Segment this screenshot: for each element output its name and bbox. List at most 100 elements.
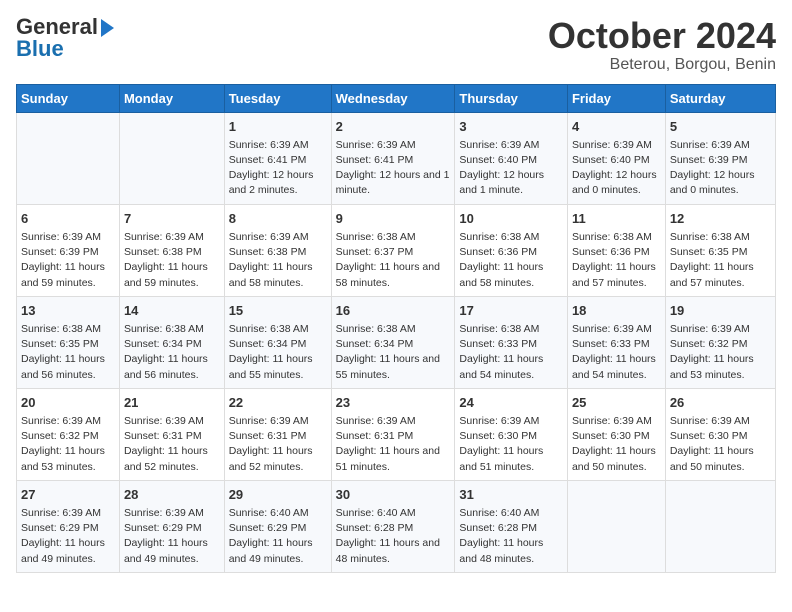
header-monday: Monday: [119, 84, 224, 112]
week-row-3: 13Sunrise: 6:38 AM Sunset: 6:35 PM Dayli…: [17, 296, 776, 388]
calendar-cell: 23 Sunrise: 6:39 AM Sunset: 6:31 PM Dayli…: [331, 388, 455, 480]
week-row-5: 27 Sunrise: 6:39 AM Sunset: 6:29 PM Dayli…: [17, 480, 776, 572]
day-info: Sunrise: 6:39 AM Sunset: 6:39 PM Dayligh…: [21, 230, 115, 291]
day-info: Sunrise: 6:38 AM Sunset: 6:36 PM Dayligh…: [572, 230, 661, 291]
header-row: Sunday Monday Tuesday Wednesday Thursday…: [17, 84, 776, 112]
logo-general-text: General: [16, 16, 98, 38]
day-info: Sunrise: 6:39 AM Sunset: 6:30 PM Dayligh…: [670, 414, 771, 475]
calendar-cell: 24 Sunrise: 6:39 AM Sunset: 6:30 PM Dayli…: [455, 388, 568, 480]
day-number: 11: [572, 210, 661, 228]
day-info: Sunrise: 6:39 AM Sunset: 6:29 PM Dayligh…: [124, 506, 220, 567]
day-number: 12: [670, 210, 771, 228]
calendar-cell: 5 Sunrise: 6:39 AM Sunset: 6:39 PM Daylig…: [665, 112, 775, 204]
day-number: 30: [336, 486, 451, 504]
calendar-cell: 26Sunrise: 6:39 AM Sunset: 6:30 PM Dayli…: [665, 388, 775, 480]
day-number: 31: [459, 486, 563, 504]
calendar-cell: 12 Sunrise: 6:38 AM Sunset: 6:35 PM Dayli…: [665, 204, 775, 296]
calendar-cell: [119, 112, 224, 204]
calendar-cell: 25 Sunrise: 6:39 AM Sunset: 6:30 PM Dayli…: [567, 388, 665, 480]
day-number: 15: [229, 302, 327, 320]
header-sunday: Sunday: [17, 84, 120, 112]
day-info: Sunrise: 6:40 AM Sunset: 6:29 PM Dayligh…: [229, 506, 327, 567]
day-number: 6: [21, 210, 115, 228]
day-info: Sunrise: 6:38 AM Sunset: 6:34 PM Dayligh…: [124, 322, 220, 383]
calendar-title: October 2024: [548, 16, 776, 56]
calendar-cell: [567, 480, 665, 572]
calendar-cell: 17Sunrise: 6:38 AM Sunset: 6:33 PM Dayli…: [455, 296, 568, 388]
calendar-cell: 6 Sunrise: 6:39 AM Sunset: 6:39 PM Daylig…: [17, 204, 120, 296]
day-info: Sunrise: 6:38 AM Sunset: 6:35 PM Dayligh…: [21, 322, 115, 383]
day-number: 10: [459, 210, 563, 228]
calendar-table: Sunday Monday Tuesday Wednesday Thursday…: [16, 84, 776, 573]
day-number: 21: [124, 394, 220, 412]
calendar-cell: 2Sunrise: 6:39 AM Sunset: 6:41 PM Daylig…: [331, 112, 455, 204]
header-friday: Friday: [567, 84, 665, 112]
day-info: Sunrise: 6:38 AM Sunset: 6:35 PM Dayligh…: [670, 230, 771, 291]
day-info: Sunrise: 6:39 AM Sunset: 6:30 PM Dayligh…: [459, 414, 563, 475]
day-number: 24: [459, 394, 563, 412]
day-info: Sunrise: 6:39 AM Sunset: 6:38 PM Dayligh…: [124, 230, 220, 291]
day-info: Sunrise: 6:39 AM Sunset: 6:31 PM Dayligh…: [336, 414, 451, 475]
day-number: 29: [229, 486, 327, 504]
calendar-cell: 19Sunrise: 6:39 AM Sunset: 6:32 PM Dayli…: [665, 296, 775, 388]
calendar-cell: 18Sunrise: 6:39 AM Sunset: 6:33 PM Dayli…: [567, 296, 665, 388]
day-number: 3: [459, 118, 563, 136]
day-info: Sunrise: 6:39 AM Sunset: 6:41 PM Dayligh…: [229, 138, 327, 199]
day-number: 2: [336, 118, 451, 136]
calendar-cell: 27Sunrise: 6:39 AM Sunset: 6:29 PM Dayli…: [17, 480, 120, 572]
day-number: 22: [229, 394, 327, 412]
day-number: 17: [459, 302, 563, 320]
day-number: 8: [229, 210, 327, 228]
calendar-cell: 4 Sunrise: 6:39 AM Sunset: 6:40 PM Daylig…: [567, 112, 665, 204]
day-info: Sunrise: 6:38 AM Sunset: 6:36 PM Dayligh…: [459, 230, 563, 291]
header-tuesday: Tuesday: [224, 84, 331, 112]
calendar-cell: [665, 480, 775, 572]
week-row-1: 1Sunrise: 6:39 AM Sunset: 6:41 PM Daylig…: [17, 112, 776, 204]
day-number: 28: [124, 486, 220, 504]
logo: General Blue: [16, 16, 114, 61]
calendar-cell: 15 Sunrise: 6:38 AM Sunset: 6:34 PM Dayli…: [224, 296, 331, 388]
header-saturday: Saturday: [665, 84, 775, 112]
day-info: Sunrise: 6:39 AM Sunset: 6:31 PM Dayligh…: [229, 414, 327, 475]
day-number: 23: [336, 394, 451, 412]
header-thursday: Thursday: [455, 84, 568, 112]
week-row-4: 20 Sunrise: 6:39 AM Sunset: 6:32 PM Dayli…: [17, 388, 776, 480]
calendar-cell: 29 Sunrise: 6:40 AM Sunset: 6:29 PM Dayli…: [224, 480, 331, 572]
page-header: General Blue October 2024 Beterou, Borgo…: [16, 16, 776, 74]
day-number: 25: [572, 394, 661, 412]
day-number: 5: [670, 118, 771, 136]
day-number: 4: [572, 118, 661, 136]
calendar-cell: 14Sunrise: 6:38 AM Sunset: 6:34 PM Dayli…: [119, 296, 224, 388]
day-number: 7: [124, 210, 220, 228]
calendar-header: Sunday Monday Tuesday Wednesday Thursday…: [17, 84, 776, 112]
day-info: Sunrise: 6:39 AM Sunset: 6:30 PM Dayligh…: [572, 414, 661, 475]
logo-blue-text: Blue: [16, 36, 64, 61]
calendar-cell: 8Sunrise: 6:39 AM Sunset: 6:38 PM Daylig…: [224, 204, 331, 296]
calendar-cell: 10 Sunrise: 6:38 AM Sunset: 6:36 PM Dayli…: [455, 204, 568, 296]
day-number: 16: [336, 302, 451, 320]
calendar-cell: 22 Sunrise: 6:39 AM Sunset: 6:31 PM Dayli…: [224, 388, 331, 480]
calendar-cell: 21 Sunrise: 6:39 AM Sunset: 6:31 PM Dayli…: [119, 388, 224, 480]
logo-arrow-icon: [101, 19, 114, 37]
day-info: Sunrise: 6:39 AM Sunset: 6:40 PM Dayligh…: [459, 138, 563, 199]
day-number: 20: [21, 394, 115, 412]
calendar-cell: 7 Sunrise: 6:39 AM Sunset: 6:38 PM Daylig…: [119, 204, 224, 296]
day-info: Sunrise: 6:39 AM Sunset: 6:32 PM Dayligh…: [21, 414, 115, 475]
day-info: Sunrise: 6:39 AM Sunset: 6:31 PM Dayligh…: [124, 414, 220, 475]
calendar-body: 1Sunrise: 6:39 AM Sunset: 6:41 PM Daylig…: [17, 112, 776, 572]
day-info: Sunrise: 6:39 AM Sunset: 6:32 PM Dayligh…: [670, 322, 771, 383]
day-info: Sunrise: 6:39 AM Sunset: 6:39 PM Dayligh…: [670, 138, 771, 199]
calendar-cell: 31 Sunrise: 6:40 AM Sunset: 6:28 PM Dayli…: [455, 480, 568, 572]
day-info: Sunrise: 6:39 AM Sunset: 6:40 PM Dayligh…: [572, 138, 661, 199]
calendar-cell: 9Sunrise: 6:38 AM Sunset: 6:37 PM Daylig…: [331, 204, 455, 296]
day-number: 18: [572, 302, 661, 320]
calendar-cell: 16 Sunrise: 6:38 AM Sunset: 6:34 PM Dayli…: [331, 296, 455, 388]
day-info: Sunrise: 6:40 AM Sunset: 6:28 PM Dayligh…: [459, 506, 563, 567]
day-number: 27: [21, 486, 115, 504]
day-info: Sunrise: 6:40 AM Sunset: 6:28 PM Dayligh…: [336, 506, 451, 567]
day-info: Sunrise: 6:38 AM Sunset: 6:34 PM Dayligh…: [336, 322, 451, 383]
header-wednesday: Wednesday: [331, 84, 455, 112]
day-info: Sunrise: 6:38 AM Sunset: 6:37 PM Dayligh…: [336, 230, 451, 291]
day-info: Sunrise: 6:38 AM Sunset: 6:34 PM Dayligh…: [229, 322, 327, 383]
calendar-cell: 20 Sunrise: 6:39 AM Sunset: 6:32 PM Dayli…: [17, 388, 120, 480]
